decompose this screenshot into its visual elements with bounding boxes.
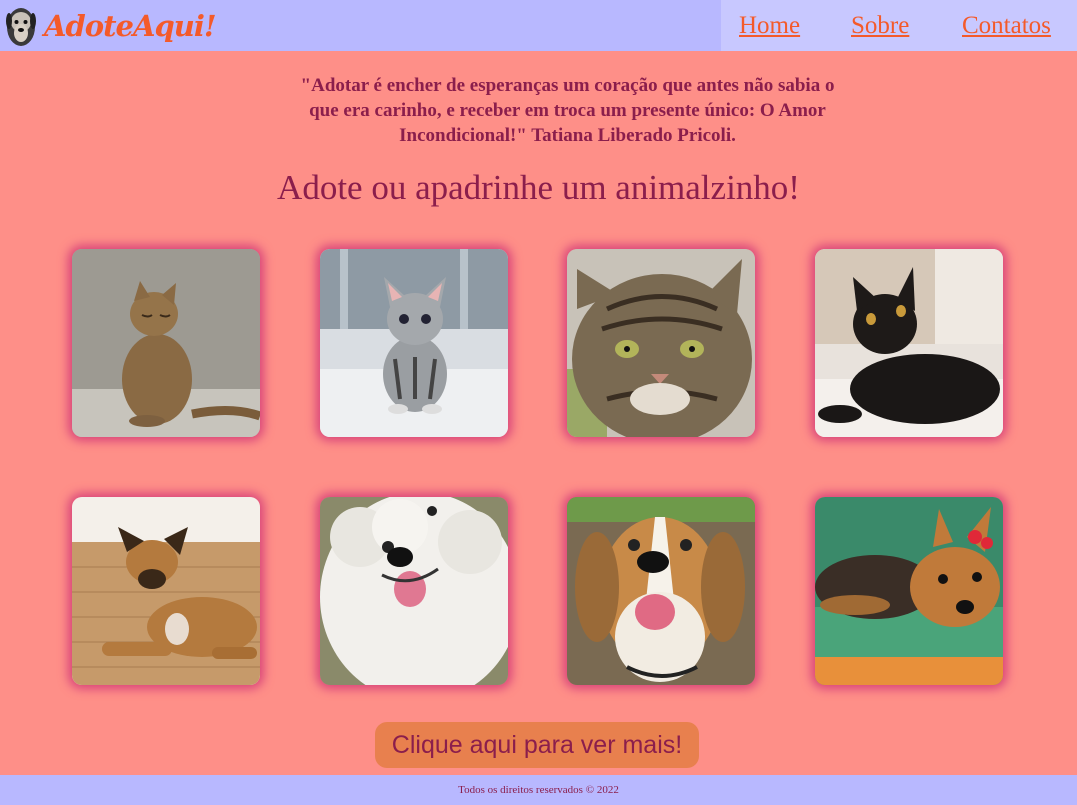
animal-card-brown-dog[interactable] (72, 497, 260, 685)
animal-card-kitten[interactable] (320, 249, 508, 437)
animal-card-yorkshire[interactable] (815, 497, 1003, 685)
animal-card-tabby-face[interactable] (567, 249, 755, 437)
nav-contatos-link[interactable]: Contatos (962, 12, 1051, 40)
site-header: AdoteAqui! Home Sobre Contatos (0, 0, 1077, 51)
site-footer: Todos os direitos reservados © 2022 (0, 775, 1077, 805)
brown-dog-lying-photo (72, 497, 260, 685)
yorkshire-terrier-photo (815, 497, 1003, 685)
white-poodle-photo (320, 497, 508, 685)
gray-kitten-photo (320, 249, 508, 437)
logo[interactable]: AdoteAqui! (6, 4, 217, 48)
adoption-quote: "Adotar é encher de esperanças um coraçã… (300, 75, 835, 146)
tabby-cat-sitting-photo (72, 249, 260, 437)
animal-card-tabby-cat[interactable] (72, 249, 260, 437)
tabby-cat-face-photo (567, 249, 755, 437)
nav-home-link[interactable]: Home (739, 12, 800, 40)
animal-card-black-cat[interactable] (815, 249, 1003, 437)
animal-card-beagle[interactable] (567, 497, 755, 685)
beagle-photo (567, 497, 755, 685)
animal-card-poodle[interactable] (320, 497, 508, 685)
nav-sobre-link[interactable]: Sobre (851, 12, 909, 40)
logo-text: AdoteAqui! (44, 9, 217, 43)
black-cat-lying-photo (815, 249, 1003, 437)
main-nav: Home Sobre Contatos (721, 0, 1077, 51)
copyright-text: Todos os direitos reservados © 2022 (458, 784, 619, 796)
dog-logo-icon (6, 5, 36, 47)
see-more-button[interactable]: Clique aqui para ver mais! (375, 722, 699, 768)
page-heading: Adote ou apadrinhe um animalzinho! (277, 168, 800, 207)
